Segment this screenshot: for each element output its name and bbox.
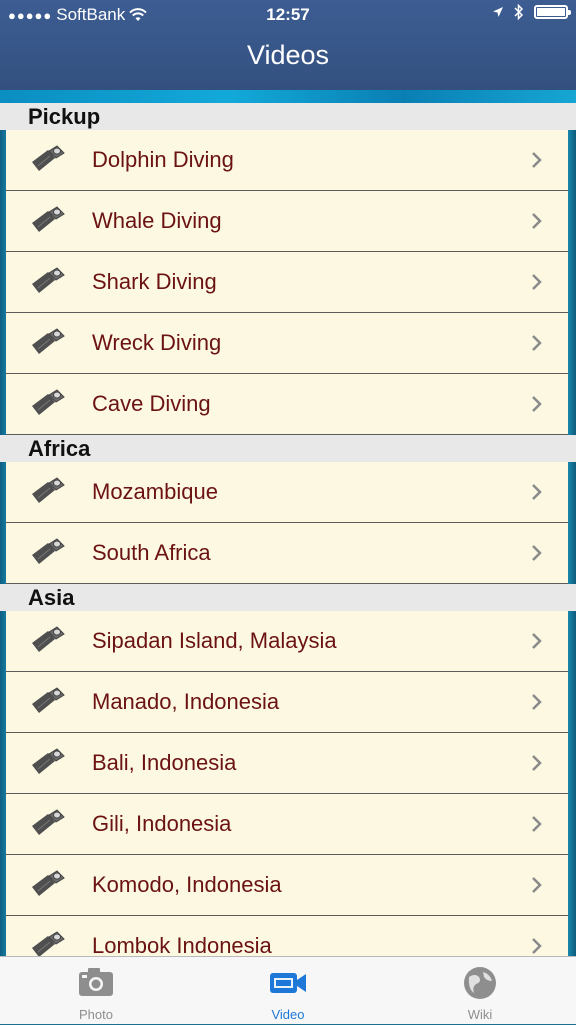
- fins-icon: [30, 748, 66, 778]
- water-banner: [0, 90, 576, 103]
- section-header: Pickup: [0, 103, 576, 130]
- bluetooth-icon: [514, 4, 524, 20]
- list-item[interactable]: Komodo, Indonesia: [6, 855, 568, 916]
- fins-icon: [30, 687, 66, 717]
- fins-icon: [30, 145, 66, 175]
- status-time: 12:57: [266, 5, 310, 24]
- tab-photo[interactable]: Photo: [0, 957, 192, 1025]
- fins-icon: [30, 931, 66, 956]
- chevron-right-icon: [526, 543, 546, 563]
- battery-icon: [534, 5, 571, 19]
- list-item-label: Wreck Diving: [92, 330, 222, 355]
- section-header: Africa: [0, 435, 576, 462]
- fins-icon: [30, 267, 66, 297]
- tab-label: Video: [271, 1007, 305, 1022]
- fins-icon: [30, 538, 66, 568]
- list-item-label: Shark Diving: [92, 269, 217, 294]
- status-bar: ●●●●● SoftBank 12:57: [0, 0, 576, 30]
- list-item[interactable]: Bali, Indonesia: [6, 733, 568, 794]
- globe-icon: [460, 963, 500, 1003]
- video-list[interactable]: Pickup Dolphin Diving Whale Diving Shark Di…: [0, 103, 576, 956]
- list-item-label: Whale Diving: [92, 208, 222, 233]
- chevron-right-icon: [526, 692, 546, 712]
- list-item[interactable]: Dolphin Diving: [6, 130, 568, 191]
- fins-icon: [30, 626, 66, 656]
- list-item[interactable]: Shark Diving: [6, 252, 568, 313]
- location-arrow-icon: [493, 7, 503, 17]
- chevron-right-icon: [526, 753, 546, 773]
- chevron-right-icon: [526, 211, 546, 231]
- fins-icon: [30, 477, 66, 507]
- list-item[interactable]: Cave Diving: [6, 374, 568, 435]
- list-item-label: Mozambique: [92, 479, 218, 504]
- page-title: Videos: [246, 40, 330, 70]
- list-item[interactable]: Sipadan Island, Malaysia: [6, 611, 568, 672]
- fins-icon: [30, 389, 66, 419]
- tab-label: Photo: [79, 1007, 113, 1022]
- chevron-right-icon: [526, 150, 546, 170]
- tab-wiki[interactable]: Wiki: [384, 957, 576, 1025]
- chevron-right-icon: [526, 272, 546, 292]
- list-item-label: Sipadan Island, Malaysia: [92, 628, 337, 653]
- video-camera-icon: [268, 963, 308, 1003]
- tab-bar: Photo Video Wiki: [0, 956, 576, 1024]
- chevron-right-icon: [526, 631, 546, 651]
- list-item-label: Dolphin Diving: [92, 147, 234, 172]
- chevron-right-icon: [526, 333, 546, 353]
- list-item-label: Cave Diving: [92, 391, 211, 416]
- list-item-label: South Africa: [92, 540, 211, 565]
- chevron-right-icon: [526, 394, 546, 414]
- fins-icon: [30, 328, 66, 358]
- list-item-label: Gili, Indonesia: [92, 811, 232, 836]
- list-item[interactable]: Gili, Indonesia: [6, 794, 568, 855]
- list-item[interactable]: Mozambique: [6, 462, 568, 523]
- section-header: Asia: [0, 584, 576, 611]
- fins-icon: [30, 206, 66, 236]
- chevron-right-icon: [526, 482, 546, 502]
- chevron-right-icon: [526, 814, 546, 834]
- list-item[interactable]: Manado, Indonesia: [6, 672, 568, 733]
- top-bar: ●●●●● SoftBank 12:57 Videos: [0, 0, 576, 90]
- list-item-label: Komodo, Indonesia: [92, 872, 282, 897]
- tab-label: Wiki: [467, 1007, 493, 1022]
- list-item[interactable]: Whale Diving: [6, 191, 568, 252]
- camera-icon: [76, 963, 116, 1003]
- list-item-label: Manado, Indonesia: [92, 689, 280, 714]
- fins-icon: [30, 809, 66, 839]
- chevron-right-icon: [526, 875, 546, 895]
- chevron-right-icon: [526, 936, 546, 956]
- tab-video[interactable]: Video: [192, 957, 384, 1025]
- list-item-label: Lombok Indonesia: [92, 933, 272, 956]
- list-item[interactable]: Lombok Indonesia: [6, 916, 568, 956]
- list-item[interactable]: South Africa: [6, 523, 568, 584]
- list-item-label: Bali, Indonesia: [92, 750, 237, 775]
- fins-icon: [30, 870, 66, 900]
- status-right: [492, 4, 571, 20]
- list-item[interactable]: Wreck Diving: [6, 313, 568, 374]
